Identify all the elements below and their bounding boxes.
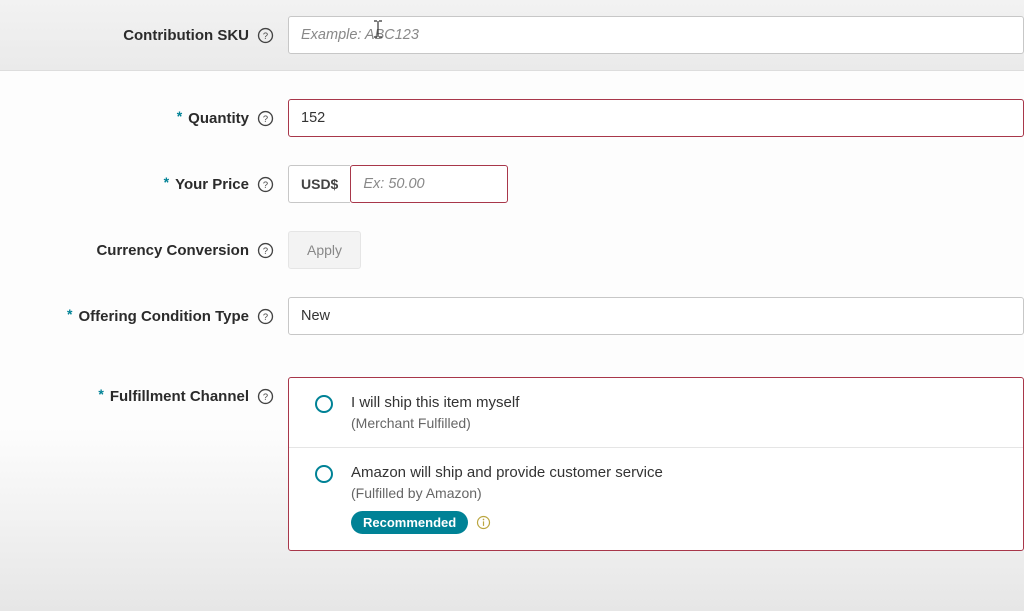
fulfillment-option-title: I will ship this item myself (351, 394, 519, 411)
quantity-row: * Quantity ? (0, 71, 1024, 137)
quantity-input[interactable] (288, 99, 1024, 137)
required-marker: * (164, 174, 169, 190)
price-label-col: * Your Price ? (0, 165, 288, 203)
condition-label: Offering Condition Type (78, 308, 249, 325)
currency-conversion-label-col: Currency Conversion ? (0, 231, 288, 269)
price-row: * Your Price ? USD$ (0, 137, 1024, 203)
svg-text:?: ? (263, 179, 268, 189)
fulfillment-option-text: I will ship this item myself (Merchant F… (351, 394, 519, 431)
price-input-col: USD$ (288, 165, 1024, 203)
currency-conversion-input-col: Apply (288, 231, 1024, 269)
help-icon[interactable]: ? (257, 242, 274, 259)
help-icon[interactable]: ? (257, 27, 274, 44)
required-marker: * (67, 306, 72, 322)
svg-text:?: ? (263, 113, 268, 123)
svg-text:?: ? (263, 245, 268, 255)
fulfillment-option-merchant[interactable]: I will ship this item myself (Merchant F… (289, 378, 1023, 448)
condition-value: New (301, 308, 330, 324)
price-label: Your Price (175, 176, 249, 193)
sku-input[interactable] (288, 16, 1024, 54)
sku-label: Contribution SKU (123, 27, 249, 44)
fulfillment-option-title: Amazon will ship and provide customer se… (351, 464, 663, 481)
fulfillment-label-col: * Fulfillment Channel ? (0, 377, 288, 415)
recommended-badge: Recommended (351, 511, 468, 534)
radio-icon[interactable] (315, 465, 333, 483)
help-icon[interactable]: ? (257, 176, 274, 193)
radio-icon[interactable] (315, 395, 333, 413)
condition-row: * Offering Condition Type ? New (0, 269, 1024, 335)
fulfillment-option-sub: (Merchant Fulfilled) (351, 415, 519, 431)
currency-conversion-label: Currency Conversion (96, 242, 249, 259)
help-icon[interactable]: ? (257, 308, 274, 325)
quantity-input-col (288, 99, 1024, 137)
price-input[interactable] (350, 165, 508, 203)
sku-row: Contribution SKU ? (0, 0, 1024, 71)
fulfillment-label: Fulfillment Channel (110, 388, 249, 405)
quantity-label: Quantity (188, 110, 249, 127)
fulfillment-option-amazon[interactable]: Amazon will ship and provide customer se… (289, 448, 1023, 550)
condition-label-col: * Offering Condition Type ? (0, 297, 288, 335)
fulfillment-option-sub: (Fulfilled by Amazon) (351, 485, 663, 501)
svg-text:?: ? (263, 311, 268, 321)
help-icon[interactable]: ? (257, 388, 274, 405)
quantity-label-col: * Quantity ? (0, 99, 288, 137)
currency-prefix: USD$ (288, 165, 350, 203)
sku-input-col (288, 16, 1024, 54)
info-icon[interactable] (476, 515, 491, 530)
fulfillment-input-col: I will ship this item myself (Merchant F… (288, 377, 1024, 551)
help-icon[interactable]: ? (257, 110, 274, 127)
condition-select[interactable]: New (288, 297, 1024, 335)
fulfillment-option-text: Amazon will ship and provide customer se… (351, 464, 663, 534)
apply-button[interactable]: Apply (288, 231, 361, 269)
condition-input-col: New (288, 297, 1024, 335)
currency-conversion-row: Currency Conversion ? Apply (0, 203, 1024, 269)
required-marker: * (177, 108, 182, 124)
sku-label-col: Contribution SKU ? (0, 16, 288, 54)
fulfillment-box: I will ship this item myself (Merchant F… (288, 377, 1024, 551)
svg-text:?: ? (263, 30, 268, 40)
required-marker: * (98, 386, 103, 402)
svg-text:?: ? (263, 391, 268, 401)
fulfillment-row: * Fulfillment Channel ? I will ship this… (0, 335, 1024, 551)
